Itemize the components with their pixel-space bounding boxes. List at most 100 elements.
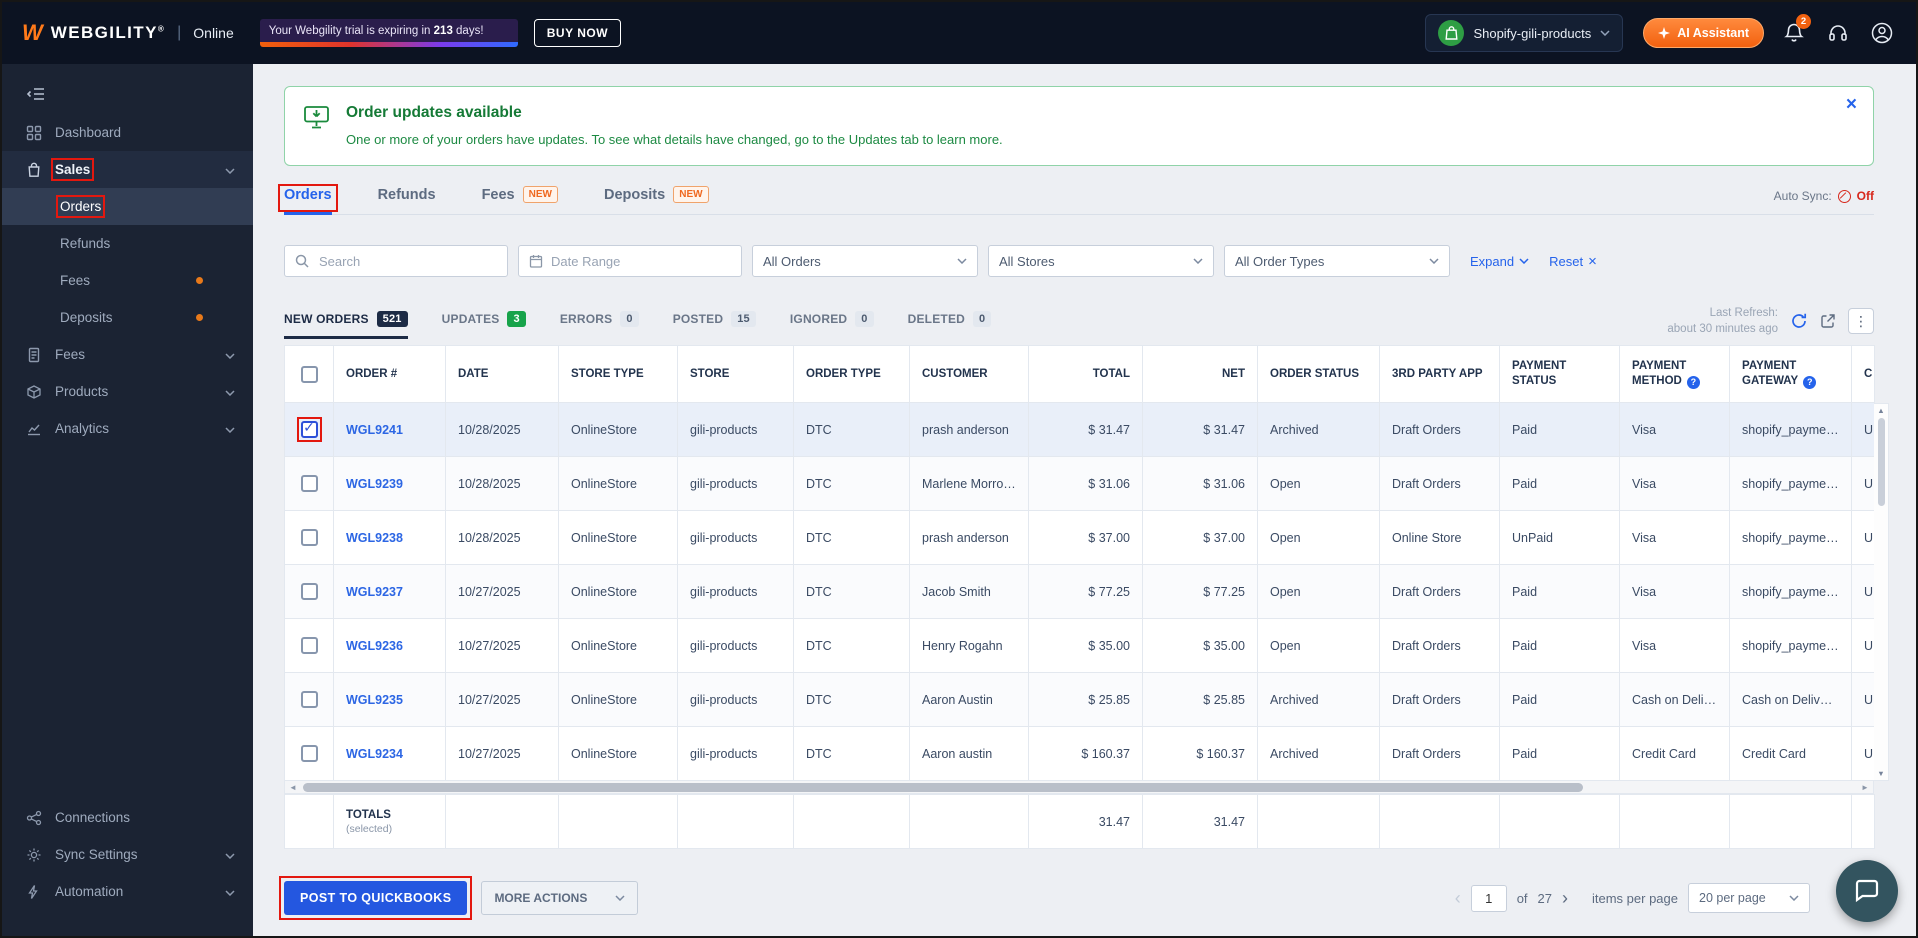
subtab-ignored[interactable]: IGNORED 0 — [790, 311, 874, 339]
close-icon[interactable]: × — [1846, 95, 1857, 114]
notifications-button[interactable]: 2 — [1780, 14, 1811, 44]
order-filter-dropdown[interactable]: All Orders — [752, 245, 978, 277]
subtab-errors[interactable]: ERRORS 0 — [560, 311, 639, 339]
tab-deposits[interactable]: Deposits NEW — [604, 186, 709, 215]
expand-filters-link[interactable]: Expand — [1470, 254, 1529, 269]
previous-page-button[interactable]: ‹ — [1455, 888, 1461, 909]
reset-filters-link[interactable]: Reset × — [1549, 254, 1597, 269]
table-menu-button[interactable]: ⋮ — [1848, 308, 1874, 335]
new-badge: NEW — [673, 186, 709, 203]
order-link[interactable]: WGL9241 — [346, 423, 403, 437]
date-range-picker[interactable]: Date Range — [518, 245, 742, 277]
cell-net: $ 77.25 — [1142, 564, 1258, 620]
ai-assistant-button[interactable]: AI Assistant — [1643, 18, 1764, 48]
next-page-button[interactable]: › — [1562, 888, 1568, 909]
sidebar-item-orders[interactable]: Orders — [2, 188, 253, 225]
account-button[interactable] — [1868, 22, 1896, 44]
store-name: Shopify-gili-products — [1473, 25, 1592, 41]
scroll-right-arrow[interactable]: ► — [1857, 783, 1873, 792]
row-checkbox[interactable] — [300, 745, 318, 763]
sidebar-item-label: Analytics — [55, 421, 110, 436]
subtab-updates[interactable]: UPDATES 3 — [442, 311, 526, 339]
cell-order-status: Archived — [1257, 672, 1380, 728]
row-checkbox[interactable] — [300, 583, 318, 601]
cell-empty — [1499, 794, 1620, 850]
analytics-chart-icon — [26, 421, 42, 437]
table-header-row: ORDER # DATE STORE TYPE STORE ORDER TYPE… — [284, 345, 1875, 404]
open-in-new-icon[interactable] — [1820, 313, 1836, 329]
per-page-dropdown[interactable]: 20 per page — [1688, 883, 1810, 914]
page-number-input[interactable] — [1470, 884, 1507, 912]
sidebar-item-products[interactable]: Products — [2, 373, 253, 410]
automation-bolt-icon — [26, 884, 42, 900]
row-checkbox[interactable] — [296, 417, 322, 443]
trial-progress-bar — [259, 42, 518, 47]
horizontal-scrollbar[interactable]: ◄ ► — [284, 781, 1874, 795]
chat-widget-button[interactable] — [1836, 860, 1898, 922]
sidebar-item-sales[interactable]: Sales — [2, 151, 253, 188]
sidebar-item-refunds[interactable]: Refunds — [2, 225, 253, 262]
row-checkbox[interactable] — [300, 529, 318, 547]
order-link[interactable]: WGL9234 — [346, 747, 403, 761]
vertical-scrollbar[interactable]: ▲ ▼ — [1874, 403, 1889, 782]
scroll-down-arrow[interactable]: ▼ — [1877, 769, 1884, 778]
buy-now-button[interactable]: BUY NOW — [533, 19, 622, 47]
sidebar-item-automation[interactable]: Automation — [2, 873, 253, 910]
order-link[interactable]: WGL9235 — [346, 693, 403, 707]
order-link[interactable]: WGL9239 — [346, 477, 403, 491]
order-status-tabs: NEW ORDERS 521 UPDATES 3 ERRORS 0 POSTED… — [284, 305, 1874, 340]
store-filter-dropdown[interactable]: All Stores — [988, 245, 1214, 277]
totals-total-value: 31.47 — [1028, 794, 1143, 850]
scroll-up-arrow[interactable]: ▲ — [1877, 406, 1884, 415]
horizontal-scroll-thumb[interactable] — [303, 782, 1583, 792]
vertical-scroll-thumb[interactable] — [1877, 418, 1885, 507]
tab-fees[interactable]: Fees NEW — [482, 186, 558, 215]
column-header-store-type: STORE TYPE — [558, 345, 678, 404]
help-icon[interactable]: ? — [1803, 376, 1817, 390]
column-header-store: STORE — [677, 345, 794, 404]
order-link[interactable]: WGL9238 — [346, 531, 403, 545]
close-icon: × — [1588, 252, 1597, 270]
row-checkbox[interactable] — [300, 637, 318, 655]
tab-orders[interactable]: Orders — [278, 184, 338, 215]
headset-icon — [1828, 23, 1848, 43]
more-actions-dropdown[interactable]: MORE ACTIONS — [481, 881, 639, 916]
sidebar-item-connections[interactable]: Connections — [2, 799, 253, 836]
action-bar: POST TO QUICKBOOKS MORE ACTIONS ‹ of 27 … — [278, 876, 1890, 921]
order-link[interactable]: WGL9237 — [346, 585, 403, 599]
cell-order-status: Archived — [1257, 402, 1380, 458]
tab-label: Orders — [284, 187, 332, 203]
sidebar-collapse-button[interactable] — [2, 74, 253, 114]
row-checkbox[interactable] — [300, 475, 318, 493]
select-all-checkbox[interactable] — [300, 365, 318, 383]
search-input[interactable] — [317, 252, 497, 270]
sidebar-item-fees-sub[interactable]: Fees — [2, 262, 253, 299]
trial-banner: Your Webgility trial is expiring in 213 … — [259, 19, 518, 47]
count-badge: 0 — [855, 311, 874, 328]
refresh-icon[interactable] — [1790, 312, 1808, 330]
post-to-quickbooks-button[interactable]: POST TO QUICKBOOKS — [278, 876, 473, 921]
help-icon[interactable]: ? — [1686, 376, 1700, 390]
chevron-down-icon — [225, 347, 235, 362]
row-checkbox[interactable] — [300, 691, 318, 709]
store-selector[interactable]: Shopify-gili-products — [1425, 14, 1624, 52]
order-link[interactable]: WGL9236 — [346, 639, 403, 653]
cell-order-type: DTC — [793, 564, 910, 620]
scroll-left-arrow[interactable]: ◄ — [285, 783, 301, 792]
chevron-down-icon — [957, 258, 967, 264]
cell-payment-method: Visa — [1619, 510, 1730, 566]
last-refresh-label: Last Refresh: — [1709, 307, 1778, 319]
order-type-filter-dropdown[interactable]: All Order Types — [1224, 245, 1450, 277]
tab-refunds[interactable]: Refunds — [378, 187, 436, 215]
sidebar-item-sync-settings[interactable]: Sync Settings — [2, 836, 253, 873]
cell-empty — [1619, 794, 1730, 850]
subtab-new-orders[interactable]: NEW ORDERS 521 — [284, 311, 408, 340]
sidebar-item-fees[interactable]: Fees — [2, 336, 253, 373]
subtab-deleted[interactable]: DELETED 0 — [908, 311, 992, 339]
sidebar-item-deposits[interactable]: Deposits — [2, 299, 253, 336]
support-button[interactable] — [1824, 23, 1852, 43]
subtab-posted[interactable]: POSTED 15 — [673, 311, 756, 339]
sidebar-item-analytics[interactable]: Analytics — [2, 410, 253, 447]
sidebar-item-dashboard[interactable]: Dashboard — [2, 114, 253, 151]
cell-total: $ 37.00 — [1028, 510, 1143, 566]
